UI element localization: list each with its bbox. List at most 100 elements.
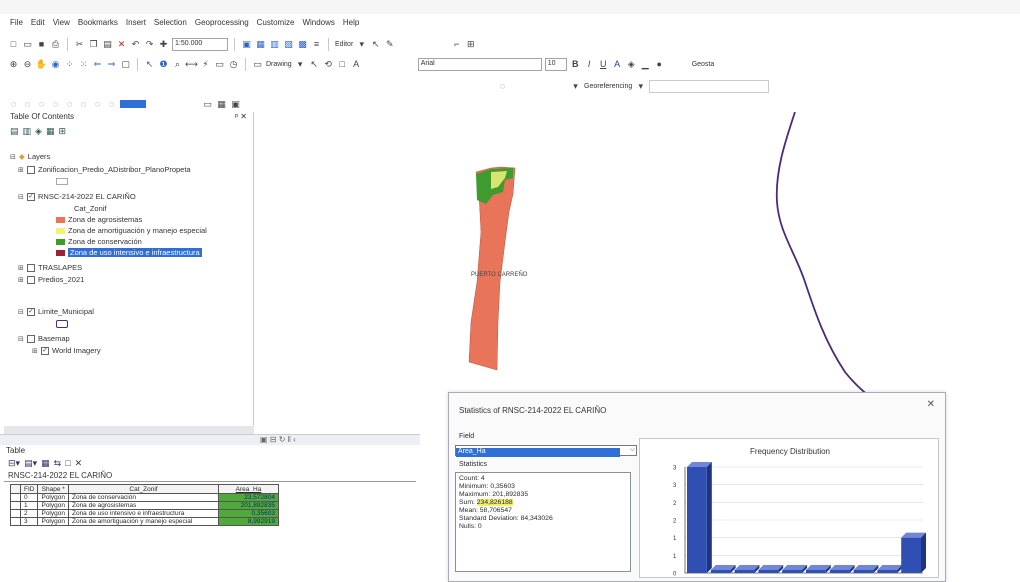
delete-icon[interactable]: ✕ (116, 39, 127, 50)
menu-help[interactable]: Help (343, 18, 359, 27)
switch-selection-icon[interactable]: ⇆ (54, 458, 62, 468)
menu-view[interactable]: View (53, 18, 70, 27)
forward-extent-icon[interactable]: ⇒ (106, 59, 117, 70)
italic-icon[interactable]: I (584, 59, 595, 70)
row-selector[interactable] (10, 501, 21, 510)
time-slider-icon[interactable]: ◷ (228, 59, 239, 70)
legend-item[interactable]: Zona de conservación (56, 237, 142, 246)
table-row[interactable]: 1 Polygon 0 Zona de agrosistemas 201,892… (10, 501, 279, 510)
toc-layer-limite[interactable]: ⊟ ✓ Limite_Municipal (18, 307, 94, 316)
layer-visibility-checkbox[interactable] (27, 275, 35, 284)
georeference-layer-dropdown[interactable] (649, 79, 770, 93)
zoom-whole-page-icon[interactable]: ▦ (216, 99, 227, 110)
hyperlink-icon[interactable]: ⚡ (200, 59, 211, 70)
list-by-source-icon[interactable]: ▥ (23, 126, 32, 138)
menu-selection[interactable]: Selection (154, 18, 187, 27)
collapse-icon[interactable]: ⊟ (10, 153, 16, 161)
chevron-down-icon[interactable]: ▾ (570, 81, 581, 92)
column-header[interactable]: Shape * (37, 484, 69, 494)
layer-visibility-checkbox[interactable] (27, 334, 35, 343)
rectangle-icon[interactable]: □ (337, 59, 348, 70)
menu-windows[interactable]: Windows (302, 18, 334, 27)
table-of-contents-icon[interactable]: ▦ (255, 39, 266, 50)
identify-icon[interactable]: ❶ (158, 59, 169, 70)
cut-icon[interactable]: ✂ (74, 39, 85, 50)
menu-bookmarks[interactable]: Bookmarks (78, 18, 118, 27)
add-data-icon[interactable]: ✚ (158, 39, 169, 50)
toc-layer-world-imagery[interactable]: ⊞ ✓ World Imagery (32, 346, 101, 355)
chevron-down-icon[interactable]: ▾ (635, 81, 646, 92)
select-elements-icon[interactable]: ▢ (120, 59, 131, 70)
page-layout-icon[interactable]: ▭ (202, 99, 213, 110)
list-by-selection-icon[interactable]: ▦ (46, 126, 55, 138)
toc-layer-rnsc[interactable]: ⊟ ✓ RNSC-214-2022 EL CARIÑO (18, 192, 136, 201)
legend-item[interactable]: Zona de agrosistemas (56, 215, 142, 224)
fixed-zoom-icon[interactable]: ⊞ (465, 39, 476, 50)
save-icon[interactable]: ■ (36, 39, 47, 50)
redo-icon[interactable]: ↷ (144, 39, 155, 50)
map-view[interactable]: PUERTO CARREÑO (255, 112, 1020, 432)
rotate-icon[interactable]: ⟲ (323, 59, 334, 70)
arctoolbox-icon[interactable]: ▩ (297, 39, 308, 50)
toc-horizontal-scrollbar[interactable] (4, 426, 254, 434)
layer-visibility-checkbox[interactable] (27, 165, 35, 174)
html-popup-icon[interactable]: ▭ (214, 59, 225, 70)
toc-layer-traslapes[interactable]: ⊞ TRASLAPES (18, 263, 82, 272)
table-row[interactable]: 0 Polygon 0 Zona de conservación 23,5728… (10, 493, 279, 502)
chevron-down-icon[interactable]: ▾ (295, 59, 306, 70)
toc-layer-basemap[interactable]: ⊟ Basemap (18, 334, 70, 343)
fixed-zoom-out-icon[interactable]: ⁙ (78, 59, 89, 70)
column-header[interactable]: FID (19, 484, 39, 494)
legend-item-selected[interactable]: Zona de uso intensivo e infraestructura (56, 248, 202, 257)
python-icon[interactable]: ≡ (311, 39, 322, 50)
clear-selection-icon[interactable]: □ (65, 458, 70, 468)
table-options-icon[interactable]: ⊟▾ (8, 458, 20, 468)
legend-item[interactable]: Zona de amortiguación y manejo especial (56, 226, 207, 235)
layer-visibility-checkbox[interactable]: ✓ (27, 307, 35, 316)
georeferencing-menu[interactable]: Georeferencing (584, 83, 632, 90)
table-layer-tab[interactable]: RNSC-214-2022 EL CARIÑO (4, 470, 416, 482)
table-row[interactable]: 2 Polygon 0 Zona de uso intensivo e infr… (10, 509, 279, 518)
menu-customize[interactable]: Customize (257, 18, 295, 27)
table-row[interactable]: 3 Polygon 0 Zona de amortiguación y mane… (10, 517, 279, 526)
color-swatch-button[interactable] (120, 100, 146, 108)
new-document-icon[interactable]: □ (8, 39, 19, 50)
editor-toolbar-icon[interactable]: ▣ (241, 39, 252, 50)
menu-geoprocessing[interactable]: Geoprocessing (195, 18, 249, 27)
menu-insert[interactable]: Insert (126, 18, 146, 27)
edit-annotation-icon[interactable]: ✎ (384, 39, 395, 50)
expand-icon[interactable]: ⊞ (18, 276, 24, 284)
measure-icon[interactable]: ⟷ (185, 59, 198, 70)
select-features-icon[interactable]: ↖ (144, 59, 155, 70)
layer-visibility-checkbox[interactable]: ✓ (27, 192, 35, 201)
column-header[interactable]: Cat_Zonif (67, 484, 219, 494)
search-window-icon[interactable]: ▧ (283, 39, 294, 50)
chevron-down-icon[interactable]: ▾ (356, 39, 367, 50)
delete-selected-icon[interactable]: ✕ (75, 458, 83, 468)
layer-visibility-checkbox[interactable]: ✓ (41, 346, 49, 355)
marker-color-icon[interactable]: ● (654, 59, 665, 70)
list-by-visibility-icon[interactable]: ◈ (35, 126, 42, 138)
geostatistical-menu[interactable]: Geosta (692, 61, 715, 68)
text-icon[interactable]: A (351, 59, 362, 70)
layer-visibility-checkbox[interactable] (27, 263, 35, 272)
find-icon[interactable]: ⌕ (172, 59, 183, 70)
font-color-icon[interactable]: A (612, 59, 623, 70)
edit-tool-icon[interactable]: ↖ (370, 39, 381, 50)
scale-dropdown[interactable]: 1:50.000 (172, 37, 228, 51)
editor-menu[interactable]: Editor (335, 41, 353, 48)
column-header[interactable]: Area_Ha (217, 484, 279, 494)
font-size-dropdown[interactable]: 10 (544, 57, 567, 71)
layout-zoom-icon[interactable]: ▣ (230, 99, 241, 110)
toc-layers-root[interactable]: ⊟ ◆ Layers (10, 152, 50, 161)
options-icon[interactable]: ⊞ (58, 126, 66, 138)
pan-icon[interactable]: ✋ (36, 59, 47, 70)
expand-icon[interactable]: ⊞ (18, 166, 24, 174)
collapse-icon[interactable]: ⊟ (18, 308, 24, 316)
paste-icon[interactable]: ▤ (102, 39, 113, 50)
layout-view-icon[interactable]: ▭ (252, 59, 263, 70)
undo-icon[interactable]: ↶ (130, 39, 141, 50)
expand-icon[interactable]: ⊞ (32, 347, 38, 355)
select-by-attributes-icon[interactable]: ▦ (41, 458, 50, 468)
underline-icon[interactable]: U (598, 59, 609, 70)
